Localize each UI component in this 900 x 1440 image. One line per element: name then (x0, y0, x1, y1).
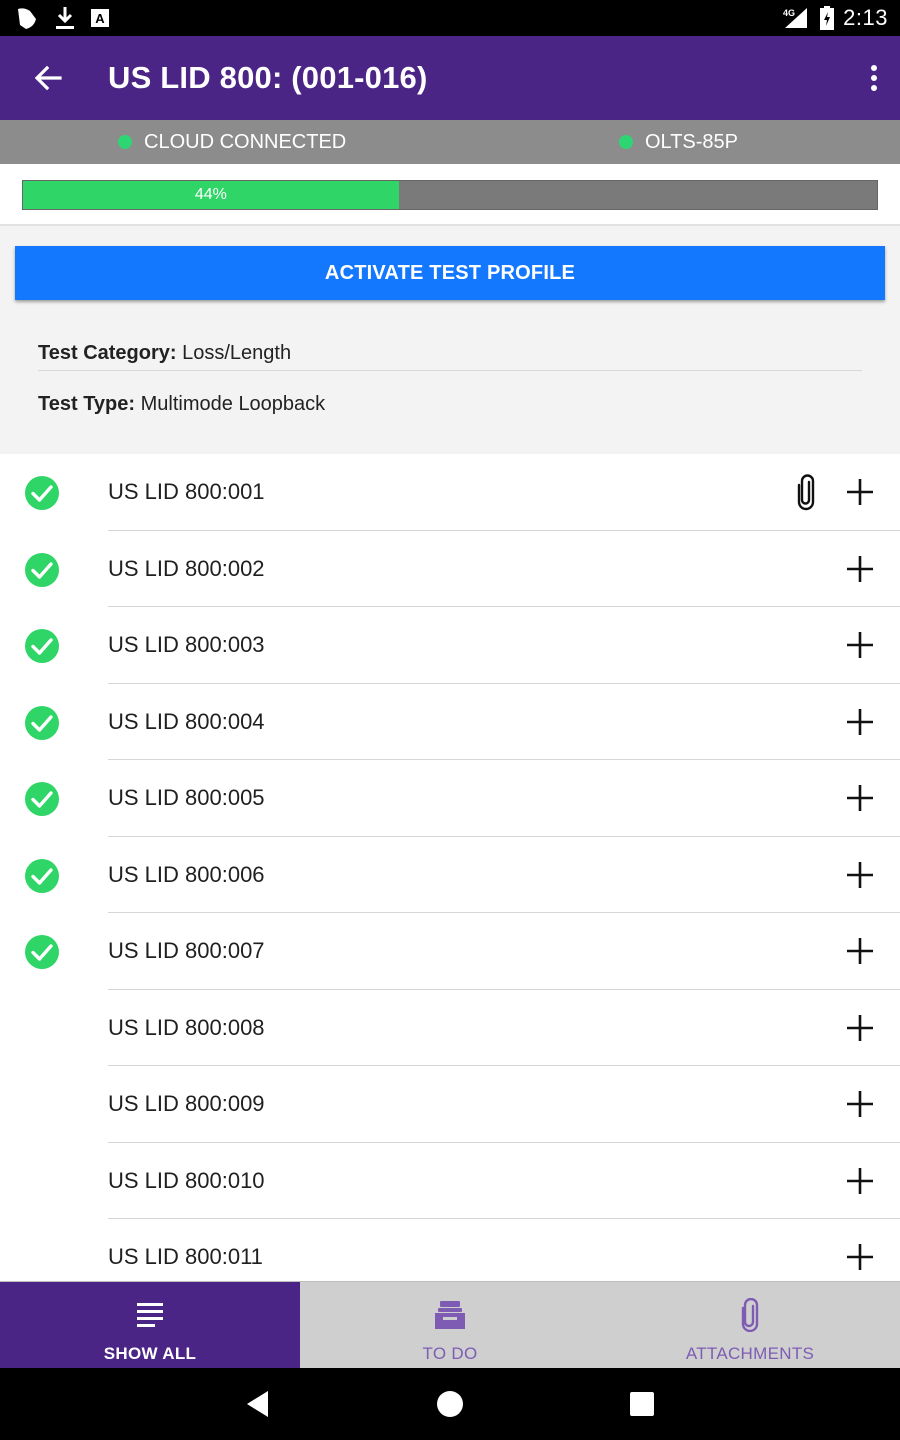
signal-icon: 4G (783, 8, 808, 28)
nav-back-icon[interactable] (242, 1388, 274, 1420)
battery-charging-icon (820, 6, 835, 30)
tab-show-all[interactable]: SHOW ALL (0, 1282, 300, 1369)
cloud-status-dot (118, 135, 132, 149)
clock: 2:13 (843, 5, 888, 30)
add-icon[interactable] (845, 783, 875, 813)
app-bar: US LID 800: (001-016) (0, 36, 900, 120)
test-type-value: Multimode Loopback (140, 393, 326, 415)
add-icon[interactable] (845, 936, 875, 966)
list-icon (137, 1303, 163, 1327)
test-profile-panel: ACTIVATE TEST PROFILE Test Category: Los… (0, 226, 900, 454)
tab-label: ATTACHMENTS (685, 1344, 815, 1363)
tab-label: SHOW ALL (103, 1344, 197, 1363)
list-item-label: US LID 800:008 (108, 1014, 265, 1040)
check-circle-icon (25, 782, 59, 816)
list-item[interactable]: US LID 800:005 (0, 760, 900, 837)
list-item-label: US LID 800:003 (108, 632, 265, 657)
more-vertical-icon[interactable] (862, 60, 886, 96)
cloud-status-label: CLOUD CONNECTED (144, 130, 347, 153)
progress-section: 44% (0, 164, 900, 226)
list-item[interactable]: US LID 800:010 (0, 1143, 900, 1219)
check-circle-icon (25, 476, 59, 510)
list-item[interactable]: US LID 800:009 (0, 1066, 900, 1143)
check-circle-icon (25, 705, 59, 740)
test-category-value: Loss/Length (182, 342, 292, 364)
device-status-dot (619, 135, 633, 149)
test-category: Test Category: Loss/Length (38, 342, 291, 365)
list-item[interactable]: US LID 800:002 (0, 531, 900, 607)
list-item-label: US LID 800:010 (108, 1167, 265, 1193)
add-icon[interactable] (845, 1089, 875, 1119)
status-bar: A 4G 2:13 (0, 0, 900, 36)
paperclip-icon[interactable] (792, 473, 820, 511)
system-nav-bar (0, 1368, 900, 1440)
svg-text:A: A (95, 11, 105, 26)
tab-attachments[interactable]: ATTACHMENTS (600, 1282, 900, 1369)
list-item[interactable]: US LID 800:011 (0, 1219, 900, 1281)
progress-label: 44% (194, 186, 227, 203)
add-icon[interactable] (845, 554, 875, 584)
test-type-label: Test Type: (38, 393, 136, 415)
list-item-label: US LID 800:009 (108, 1091, 265, 1116)
cloud-status: CLOUD CONNECTED (118, 120, 346, 164)
add-icon[interactable] (845, 860, 875, 890)
list-item-label: US LID 800:006 (108, 861, 265, 887)
list-item[interactable]: US LID 800:004 (0, 684, 900, 760)
check-circle-icon (25, 629, 59, 663)
inbox-icon (435, 1301, 465, 1329)
add-icon[interactable] (845, 1013, 875, 1043)
nav-home-icon[interactable] (434, 1388, 466, 1420)
add-icon[interactable] (845, 1166, 875, 1196)
list-item-label: US LID 800:001 (108, 479, 265, 504)
keyboard-a-icon: A (91, 9, 109, 27)
list-item-label: US LID 800:005 (108, 785, 265, 810)
app-notification-icon (18, 8, 36, 30)
add-icon[interactable] (845, 477, 875, 507)
divider (38, 370, 862, 371)
add-icon[interactable] (845, 707, 875, 737)
page-title: US LID 800: (001-016) (108, 60, 428, 95)
nav-recents-icon[interactable] (626, 1388, 658, 1420)
activate-test-profile-button[interactable]: ACTIVATE TEST PROFILE (15, 246, 885, 300)
test-category-label: Test Category: (38, 342, 177, 364)
tab-label: TO DO (422, 1344, 478, 1363)
svg-text:4G: 4G (783, 8, 795, 18)
check-circle-icon (25, 935, 59, 969)
list-item[interactable]: US LID 800:003 (0, 607, 900, 684)
arrow-left-icon[interactable] (30, 60, 66, 96)
add-icon[interactable] (845, 630, 875, 660)
list-item-label: US LID 800:011 (108, 1244, 263, 1269)
connection-bar: CLOUD CONNECTED OLTS-85P (0, 120, 900, 164)
fiber-list: US LID 800:001 US LID 800:002 US LID 800:0… (0, 454, 900, 1281)
add-icon[interactable] (845, 1242, 875, 1272)
tab-to-do[interactable]: TO DO (300, 1282, 600, 1369)
progress-bar: 44% (22, 180, 878, 210)
bottom-tab-bar: SHOW ALL TO DO ATTACHMENTS (0, 1281, 900, 1369)
list-item[interactable]: US LID 800:006 (0, 837, 900, 913)
list-item[interactable]: US LID 800:001 (0, 454, 900, 531)
list-item[interactable]: US LID 800:008 (0, 990, 900, 1066)
list-item-label: US LID 800:002 (108, 555, 265, 581)
list-item[interactable]: US LID 800:007 (0, 913, 900, 990)
download-icon (56, 7, 74, 29)
paperclip-icon (741, 1298, 759, 1332)
check-circle-icon (25, 858, 59, 893)
check-circle-icon (25, 552, 59, 587)
device-status: OLTS-85P (619, 120, 738, 164)
list-item-label: US LID 800:004 (108, 708, 265, 734)
list-item-label: US LID 800:007 (108, 938, 265, 963)
device-status-label: OLTS-85P (645, 130, 738, 153)
test-type: Test Type: Multimode Loopback (38, 393, 325, 416)
